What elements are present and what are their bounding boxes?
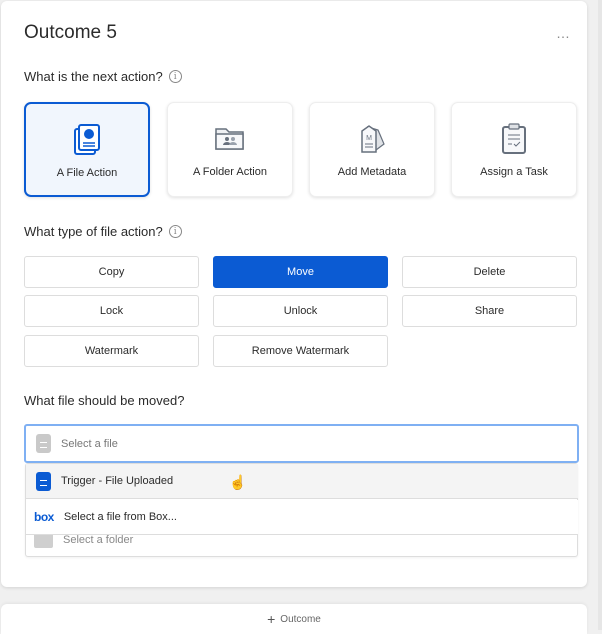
tile-label: Add Metadata: [337, 166, 407, 178]
remove-watermark-button[interactable]: Remove Watermark: [213, 335, 388, 367]
tile-add-metadata[interactable]: M Add Metadata: [309, 102, 435, 197]
file-select-dropdown: Select a folder Trigger - File Uploaded …: [25, 463, 578, 557]
plus-icon: +: [267, 611, 276, 627]
svg-text:M: M: [366, 135, 372, 142]
file-select-label: What file should be moved?: [24, 393, 185, 408]
next-action-label: What is the next action? i: [24, 69, 182, 84]
info-icon[interactable]: i: [168, 70, 182, 83]
tile-file-action[interactable]: A File Action: [24, 102, 150, 197]
tile-label: A File Action: [56, 167, 118, 179]
tile-label: Assign a Task: [480, 166, 548, 178]
scrollbar[interactable]: [598, 0, 602, 630]
unlock-button[interactable]: Unlock: [213, 295, 388, 327]
option-label: Select a file from Box...: [63, 511, 177, 523]
hand-cursor-icon: ☝: [229, 474, 247, 490]
file-icon: [36, 434, 51, 453]
lock-button[interactable]: Lock: [24, 295, 199, 327]
next-action-label-text: What is the next action?: [24, 69, 163, 84]
outcome-card: Outcome 5 … What is the next action? i A…: [1, 1, 587, 587]
tile-folder-action[interactable]: A Folder Action: [167, 102, 293, 197]
more-options-icon[interactable]: …: [556, 25, 571, 41]
outcome-title: Outcome 5: [24, 22, 117, 43]
option-select-from-box[interactable]: box Select a file from Box...: [26, 500, 578, 535]
shared-folder-icon: [215, 128, 244, 150]
copy-button[interactable]: Copy: [24, 256, 199, 288]
select-folder-text: Select a folder: [63, 534, 134, 546]
metadata-tag-icon: M: [361, 125, 385, 153]
option-label: Trigger - File Uploaded: [61, 475, 174, 487]
move-button[interactable]: Move: [213, 256, 388, 288]
file-action-type-label: What type of file action? i: [24, 224, 182, 239]
info-icon[interactable]: i: [168, 225, 182, 238]
tile-label: A Folder Action: [193, 166, 267, 178]
file-select-input[interactable]: Select a file: [24, 424, 579, 463]
file-select-placeholder: Select a file: [61, 437, 118, 450]
blue-file-icon: [36, 471, 51, 491]
clipboard-task-icon: [502, 123, 526, 154]
add-outcome-label: Outcome: [280, 613, 321, 625]
tile-assign-task[interactable]: Assign a Task: [451, 102, 577, 197]
watermark-button[interactable]: Watermark: [24, 335, 199, 367]
file-report-icon: [74, 124, 100, 155]
share-button[interactable]: Share: [402, 295, 577, 327]
option-trigger-file-uploaded[interactable]: Trigger - File Uploaded: [26, 464, 578, 499]
box-logo-icon: box: [34, 510, 54, 524]
file-action-type-label-text: What type of file action?: [24, 224, 163, 239]
delete-button[interactable]: Delete: [402, 256, 577, 288]
